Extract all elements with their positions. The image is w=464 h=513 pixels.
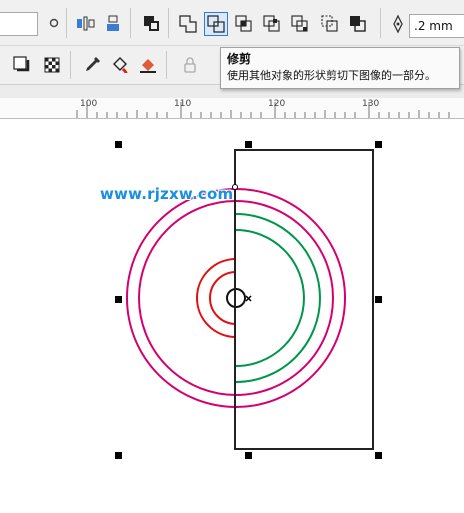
weld-icon[interactable] [176,12,200,36]
ruler-label: 110 [174,99,192,109]
ruler-ticks [76,102,450,118]
transparency-icon[interactable] [40,53,64,77]
size-field[interactable] [0,12,38,36]
watermark-text: www.rjzxw.com [100,185,234,203]
property-bar: .2 mm [0,0,464,46]
tooltip-title: 修剪 [227,52,252,66]
simplify-icon[interactable] [260,12,284,36]
ruler-label: 100 [80,99,98,109]
combine-icon[interactable] [140,12,164,36]
pen-nib-icon[interactable] [386,12,410,36]
ruler-label: 130 [362,99,380,109]
ruler-label: 120 [268,99,286,109]
outline-width-field[interactable]: .2 mm [409,14,464,38]
trim-icon[interactable] [204,12,228,36]
horizontal-ruler[interactable]: 100 110 120 130 [0,98,464,119]
drawing-canvas[interactable] [0,119,464,513]
intersect-icon[interactable] [232,12,256,36]
fill-bucket-icon[interactable] [108,53,132,77]
tooltip-description: 使用其他对象的形状剪切下图像的一部分。 [227,69,436,82]
back-minus-front-icon[interactable] [318,12,342,36]
align-distribute-icon[interactable] [74,12,98,36]
trim-tooltip: 修剪 使用其他对象的形状剪切下图像的一部分。 [220,47,460,89]
boundary-icon[interactable] [346,12,370,36]
lock-ratio-icon[interactable] [42,12,66,36]
arrange-icon[interactable] [102,12,126,36]
front-minus-back-icon[interactable] [288,12,312,36]
smart-fill-icon[interactable] [136,53,160,77]
lock-icon[interactable] [178,53,202,77]
drop-shadow-icon[interactable] [10,53,34,77]
eyedropper-icon[interactable] [80,53,104,77]
